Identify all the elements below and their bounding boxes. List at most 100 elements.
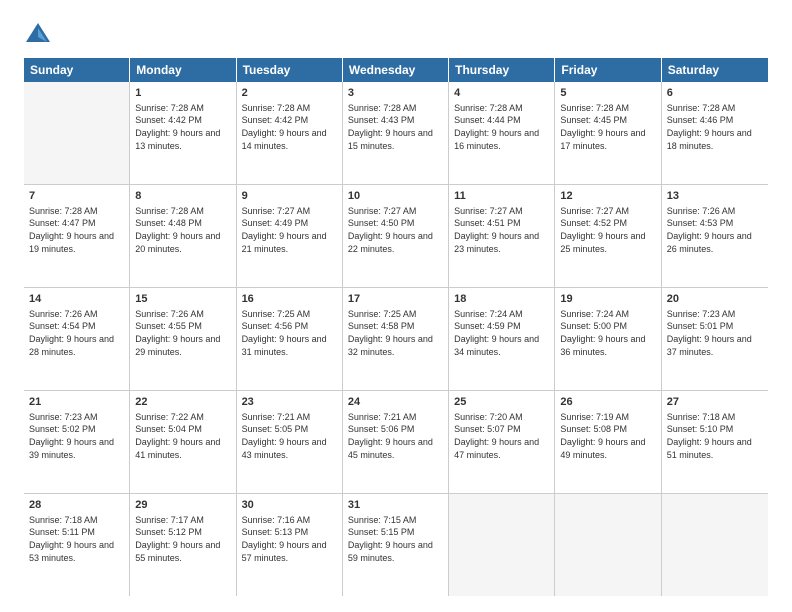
day-info: Sunrise: 7:26 AMSunset: 4:53 PMDaylight:… [667, 205, 763, 255]
day-cell-11: 11Sunrise: 7:27 AMSunset: 4:51 PMDayligh… [449, 185, 555, 287]
day-info: Sunrise: 7:18 AMSunset: 5:10 PMDaylight:… [667, 411, 763, 461]
day-number: 15 [135, 292, 230, 307]
day-info: Sunrise: 7:15 AMSunset: 5:15 PMDaylight:… [348, 514, 443, 564]
day-info: Sunrise: 7:24 AMSunset: 4:59 PMDaylight:… [454, 308, 549, 358]
day-number: 6 [667, 86, 763, 101]
day-cell-30: 30Sunrise: 7:16 AMSunset: 5:13 PMDayligh… [237, 494, 343, 596]
day-cell-27: 27Sunrise: 7:18 AMSunset: 5:10 PMDayligh… [662, 391, 768, 493]
day-number: 9 [242, 189, 337, 204]
day-info: Sunrise: 7:28 AMSunset: 4:43 PMDaylight:… [348, 102, 443, 152]
day-info: Sunrise: 7:26 AMSunset: 4:54 PMDaylight:… [29, 308, 124, 358]
day-cell-3: 3Sunrise: 7:28 AMSunset: 4:43 PMDaylight… [343, 82, 449, 184]
day-number: 14 [29, 292, 124, 307]
logo-icon [24, 20, 52, 48]
day-number: 18 [454, 292, 549, 307]
day-info: Sunrise: 7:21 AMSunset: 5:06 PMDaylight:… [348, 411, 443, 461]
day-cell-31: 31Sunrise: 7:15 AMSunset: 5:15 PMDayligh… [343, 494, 449, 596]
day-number: 28 [29, 498, 124, 513]
day-cell-7: 7Sunrise: 7:28 AMSunset: 4:47 PMDaylight… [24, 185, 130, 287]
day-cell-4: 4Sunrise: 7:28 AMSunset: 4:44 PMDaylight… [449, 82, 555, 184]
day-info: Sunrise: 7:28 AMSunset: 4:42 PMDaylight:… [242, 102, 337, 152]
day-info: Sunrise: 7:25 AMSunset: 4:58 PMDaylight:… [348, 308, 443, 358]
day-info: Sunrise: 7:20 AMSunset: 5:07 PMDaylight:… [454, 411, 549, 461]
empty-cell [555, 494, 661, 596]
calendar-week-2: 7Sunrise: 7:28 AMSunset: 4:47 PMDaylight… [24, 185, 768, 288]
day-info: Sunrise: 7:28 AMSunset: 4:42 PMDaylight:… [135, 102, 230, 152]
day-cell-14: 14Sunrise: 7:26 AMSunset: 4:54 PMDayligh… [24, 288, 130, 390]
day-info: Sunrise: 7:25 AMSunset: 4:56 PMDaylight:… [242, 308, 337, 358]
page: SundayMondayTuesdayWednesdayThursdayFrid… [0, 0, 792, 612]
day-cell-25: 25Sunrise: 7:20 AMSunset: 5:07 PMDayligh… [449, 391, 555, 493]
day-cell-10: 10Sunrise: 7:27 AMSunset: 4:50 PMDayligh… [343, 185, 449, 287]
calendar-week-4: 21Sunrise: 7:23 AMSunset: 5:02 PMDayligh… [24, 391, 768, 494]
day-header-saturday: Saturday [662, 58, 768, 82]
day-info: Sunrise: 7:27 AMSunset: 4:50 PMDaylight:… [348, 205, 443, 255]
logo [24, 20, 56, 48]
day-cell-21: 21Sunrise: 7:23 AMSunset: 5:02 PMDayligh… [24, 391, 130, 493]
day-info: Sunrise: 7:23 AMSunset: 5:02 PMDaylight:… [29, 411, 124, 461]
day-number: 30 [242, 498, 337, 513]
day-number: 25 [454, 395, 549, 410]
day-header-friday: Friday [555, 58, 661, 82]
day-cell-5: 5Sunrise: 7:28 AMSunset: 4:45 PMDaylight… [555, 82, 661, 184]
day-header-monday: Monday [130, 58, 236, 82]
day-number: 17 [348, 292, 443, 307]
calendar-week-5: 28Sunrise: 7:18 AMSunset: 5:11 PMDayligh… [24, 494, 768, 596]
day-number: 13 [667, 189, 763, 204]
day-number: 5 [560, 86, 655, 101]
empty-cell [449, 494, 555, 596]
day-cell-29: 29Sunrise: 7:17 AMSunset: 5:12 PMDayligh… [130, 494, 236, 596]
day-info: Sunrise: 7:16 AMSunset: 5:13 PMDaylight:… [242, 514, 337, 564]
day-info: Sunrise: 7:22 AMSunset: 5:04 PMDaylight:… [135, 411, 230, 461]
header [24, 20, 768, 48]
day-number: 21 [29, 395, 124, 410]
day-cell-2: 2Sunrise: 7:28 AMSunset: 4:42 PMDaylight… [237, 82, 343, 184]
day-cell-17: 17Sunrise: 7:25 AMSunset: 4:58 PMDayligh… [343, 288, 449, 390]
day-number: 12 [560, 189, 655, 204]
day-header-thursday: Thursday [449, 58, 555, 82]
day-number: 10 [348, 189, 443, 204]
day-info: Sunrise: 7:24 AMSunset: 5:00 PMDaylight:… [560, 308, 655, 358]
empty-cell [662, 494, 768, 596]
day-number: 16 [242, 292, 337, 307]
day-info: Sunrise: 7:27 AMSunset: 4:51 PMDaylight:… [454, 205, 549, 255]
day-cell-13: 13Sunrise: 7:26 AMSunset: 4:53 PMDayligh… [662, 185, 768, 287]
day-cell-9: 9Sunrise: 7:27 AMSunset: 4:49 PMDaylight… [237, 185, 343, 287]
day-cell-24: 24Sunrise: 7:21 AMSunset: 5:06 PMDayligh… [343, 391, 449, 493]
calendar: SundayMondayTuesdayWednesdayThursdayFrid… [24, 58, 768, 596]
day-info: Sunrise: 7:28 AMSunset: 4:46 PMDaylight:… [667, 102, 763, 152]
calendar-week-1: 1Sunrise: 7:28 AMSunset: 4:42 PMDaylight… [24, 82, 768, 185]
day-number: 11 [454, 189, 549, 204]
day-header-wednesday: Wednesday [343, 58, 449, 82]
calendar-header: SundayMondayTuesdayWednesdayThursdayFrid… [24, 58, 768, 82]
day-number: 29 [135, 498, 230, 513]
day-header-tuesday: Tuesday [237, 58, 343, 82]
day-number: 27 [667, 395, 763, 410]
day-number: 2 [242, 86, 337, 101]
day-number: 23 [242, 395, 337, 410]
day-info: Sunrise: 7:28 AMSunset: 4:48 PMDaylight:… [135, 205, 230, 255]
day-info: Sunrise: 7:28 AMSunset: 4:45 PMDaylight:… [560, 102, 655, 152]
day-info: Sunrise: 7:27 AMSunset: 4:52 PMDaylight:… [560, 205, 655, 255]
day-number: 22 [135, 395, 230, 410]
day-number: 31 [348, 498, 443, 513]
day-cell-20: 20Sunrise: 7:23 AMSunset: 5:01 PMDayligh… [662, 288, 768, 390]
day-cell-28: 28Sunrise: 7:18 AMSunset: 5:11 PMDayligh… [24, 494, 130, 596]
day-info: Sunrise: 7:17 AMSunset: 5:12 PMDaylight:… [135, 514, 230, 564]
day-info: Sunrise: 7:28 AMSunset: 4:47 PMDaylight:… [29, 205, 124, 255]
day-cell-8: 8Sunrise: 7:28 AMSunset: 4:48 PMDaylight… [130, 185, 236, 287]
day-cell-18: 18Sunrise: 7:24 AMSunset: 4:59 PMDayligh… [449, 288, 555, 390]
empty-cell [24, 82, 130, 184]
calendar-body: 1Sunrise: 7:28 AMSunset: 4:42 PMDaylight… [24, 82, 768, 596]
day-info: Sunrise: 7:26 AMSunset: 4:55 PMDaylight:… [135, 308, 230, 358]
calendar-week-3: 14Sunrise: 7:26 AMSunset: 4:54 PMDayligh… [24, 288, 768, 391]
day-cell-16: 16Sunrise: 7:25 AMSunset: 4:56 PMDayligh… [237, 288, 343, 390]
day-number: 20 [667, 292, 763, 307]
day-cell-15: 15Sunrise: 7:26 AMSunset: 4:55 PMDayligh… [130, 288, 236, 390]
day-number: 4 [454, 86, 549, 101]
day-info: Sunrise: 7:23 AMSunset: 5:01 PMDaylight:… [667, 308, 763, 358]
day-cell-1: 1Sunrise: 7:28 AMSunset: 4:42 PMDaylight… [130, 82, 236, 184]
day-info: Sunrise: 7:18 AMSunset: 5:11 PMDaylight:… [29, 514, 124, 564]
day-cell-22: 22Sunrise: 7:22 AMSunset: 5:04 PMDayligh… [130, 391, 236, 493]
day-number: 1 [135, 86, 230, 101]
